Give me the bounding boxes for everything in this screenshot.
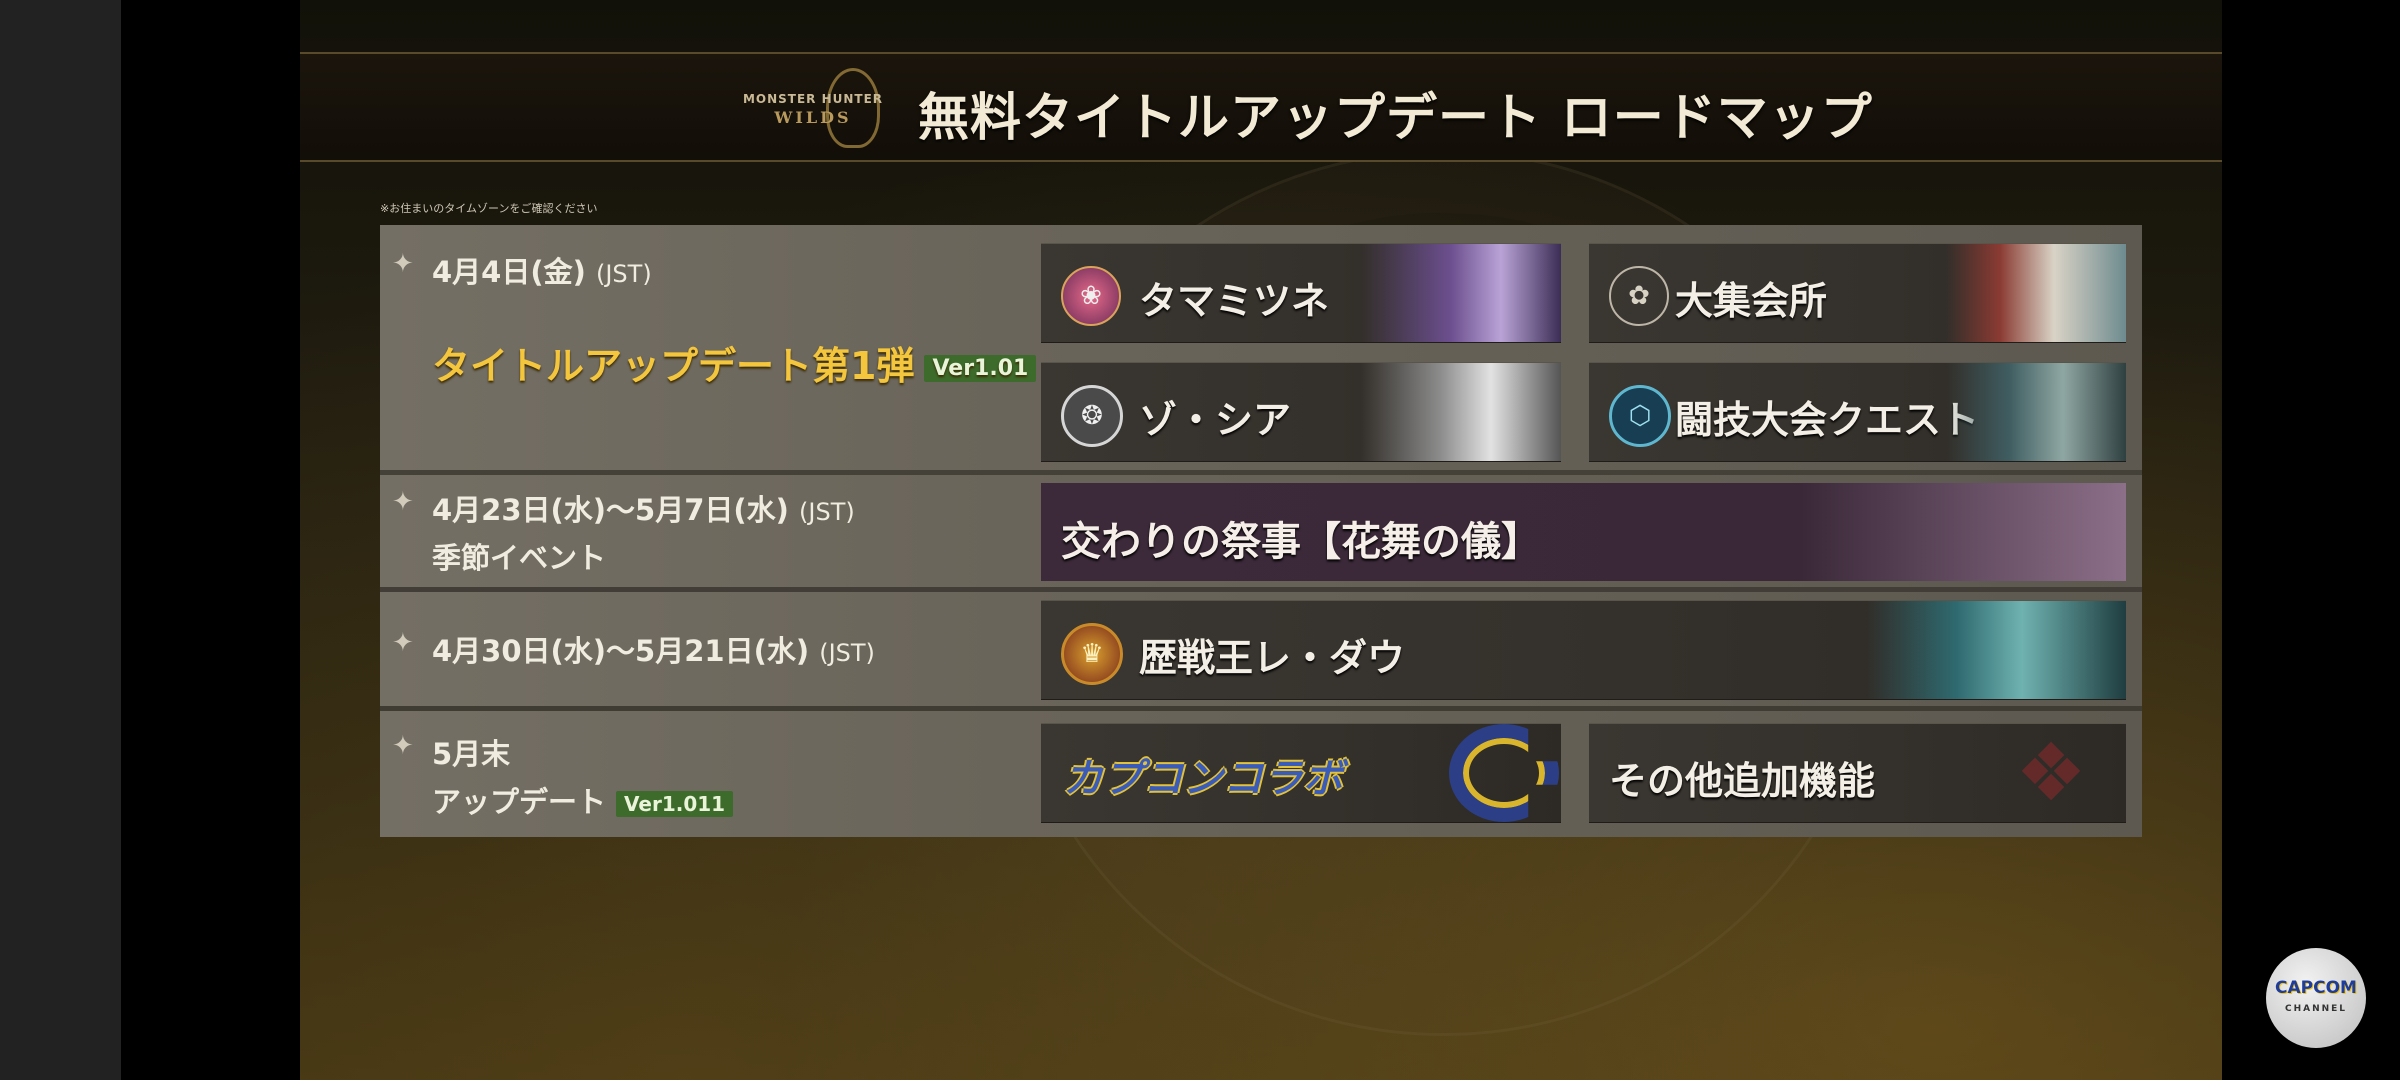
card-label: ゾ・シア bbox=[1139, 398, 1292, 442]
card-capcom-collab[interactable]: カプコンコラボ bbox=[1041, 723, 1561, 823]
roadmap-board: ✦ 4月4日(金) (JST) タイトルアップデート第1弾 Ver1.01 ❀ タ… bbox=[380, 225, 2142, 837]
row-date: 4月23日(水)～5月7日(水) (JST) bbox=[432, 487, 855, 529]
card-arch-tempered-rey-dau[interactable]: ♛ 歴戦王レ・ダウ bbox=[1041, 600, 2126, 700]
row-date: 4月4日(金) (JST) bbox=[432, 249, 652, 291]
timezone-label: (JST) bbox=[595, 260, 652, 288]
card-label: 歴戦王レ・ダウ bbox=[1139, 636, 1406, 680]
card-label: タマミツネ bbox=[1139, 279, 1330, 323]
card-label: 闘技大会クエスト bbox=[1675, 398, 1980, 442]
logo-line2: WILDS bbox=[774, 108, 852, 127]
card-label: 交わりの祭事【花舞の儀】 bbox=[1061, 519, 1541, 565]
version-badge: Ver1.011 bbox=[616, 791, 734, 817]
tamamitsune-icon: ❀ bbox=[1061, 266, 1121, 326]
video-frame[interactable]: MONSTER HUNTER WILDS 無料タイトルアップデート ロードマップ… bbox=[300, 0, 2222, 1080]
card-zoh-shia[interactable]: ❂ ゾ・シア bbox=[1041, 362, 1561, 462]
roadmap-row-3: ✦ 4月30日(水)～5月21日(水) (JST) ♛ 歴戦王レ・ダウ bbox=[380, 592, 2142, 706]
timezone-label: (JST) bbox=[799, 498, 855, 526]
date-text: 4月23日(水)～5月7日(水) bbox=[432, 493, 789, 527]
card-label: カプコンコラボ bbox=[1063, 756, 1343, 802]
update-label: アップデート Ver1.011 bbox=[432, 779, 734, 821]
card-label: 大集会所 bbox=[1675, 279, 1828, 323]
row-date: 4月30日(水)～5月21日(水) (JST) bbox=[432, 628, 875, 670]
sparkle-icon: ✦ bbox=[392, 487, 414, 517]
card-grand-hub[interactable]: ✿ 大集会所 bbox=[1589, 243, 2126, 343]
capcom-c-logo bbox=[1449, 724, 1559, 822]
update-headline: タイトルアップデート第1弾 Ver1.01 bbox=[432, 335, 1037, 390]
page-title: 無料タイトルアップデート ロードマップ bbox=[918, 89, 1873, 148]
card-festival[interactable]: 交わりの祭事【花舞の儀】 bbox=[1041, 483, 2126, 581]
monster-hunter-wilds-logo: MONSTER HUNTER WILDS bbox=[738, 64, 888, 150]
badge-brand: CAPCOM bbox=[2275, 978, 2357, 998]
capcom-channel-badge[interactable]: CAPCOM CHANNEL bbox=[2266, 948, 2366, 1048]
sparkle-icon: ✦ bbox=[392, 731, 414, 761]
roadmap-row-4: ✦ 5月末 アップデート Ver1.011 カプコンコラボ その他追加機能 ❖ bbox=[380, 711, 2142, 837]
card-tamamitsune[interactable]: ❀ タマミツネ bbox=[1041, 243, 1561, 343]
monster-art bbox=[1361, 244, 1561, 342]
card-arena-quest[interactable]: ⬡ 闘技大会クエスト bbox=[1589, 362, 2126, 462]
badge-channel: CHANNEL bbox=[2284, 1004, 2348, 1014]
monster-art bbox=[1361, 363, 1561, 461]
event-type: 季節イベント bbox=[432, 541, 607, 575]
sparkle-icon: ✦ bbox=[392, 249, 414, 279]
header-band: MONSTER HUNTER WILDS 無料タイトルアップデート ロードマップ bbox=[300, 52, 2222, 162]
arena-quest-icon: ⬡ bbox=[1609, 385, 1671, 447]
location-art bbox=[1946, 363, 2126, 461]
update-text: アップデート bbox=[432, 785, 607, 819]
date-text: 4月4日(金) bbox=[432, 255, 586, 289]
rey-dau-icon: ♛ bbox=[1061, 623, 1123, 685]
sparkle-icon: ✦ bbox=[392, 628, 414, 658]
monster-art bbox=[1866, 601, 2126, 699]
version-badge: Ver1.01 bbox=[924, 355, 1037, 382]
timezone-note: ※お住まいのタイムゾーンをご確認ください bbox=[380, 202, 598, 215]
card-other-features[interactable]: その他追加機能 ❖ bbox=[1589, 723, 2126, 823]
roadmap-row-2: ✦ 4月23日(水)～5月7日(水) (JST) 季節イベント 交わりの祭事【花… bbox=[380, 475, 2142, 587]
headline-text: タイトルアップデート第1弾 bbox=[432, 344, 915, 388]
emblem-icon: ❖ bbox=[2015, 726, 2087, 819]
logo-line1: MONSTER HUNTER bbox=[742, 92, 884, 106]
location-art bbox=[1946, 244, 2126, 342]
timezone-label: (JST) bbox=[819, 639, 875, 667]
left-pillarbox bbox=[0, 0, 121, 1080]
card-label: その他追加機能 bbox=[1609, 759, 1876, 803]
roadmap-row-1: ✦ 4月4日(金) (JST) タイトルアップデート第1弾 Ver1.01 ❀ タ… bbox=[380, 225, 2142, 470]
grand-hub-icon: ✿ bbox=[1609, 266, 1669, 326]
row-date: 5月末 bbox=[432, 737, 511, 771]
date-text: 4月30日(水)～5月21日(水) bbox=[432, 634, 810, 668]
zoh-shia-icon: ❂ bbox=[1061, 385, 1123, 447]
